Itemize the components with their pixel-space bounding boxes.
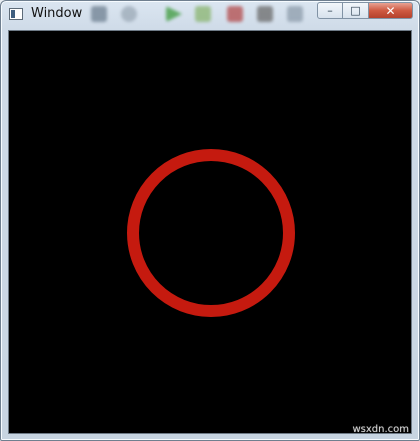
blurred-toolbar-icon [91, 6, 107, 22]
red-circle [127, 149, 295, 317]
blurred-toolbar-icon [166, 6, 182, 22]
window-controls: – □ ✕ [317, 2, 413, 20]
window-title: Window [31, 6, 83, 21]
app-window-icon [9, 8, 23, 20]
blurred-toolbar-icon [195, 6, 211, 22]
close-icon: ✕ [385, 3, 396, 18]
close-button[interactable]: ✕ [369, 2, 413, 19]
blurred-toolbar [91, 4, 303, 24]
drawing-canvas[interactable] [8, 30, 412, 434]
blurred-toolbar-icon [121, 6, 137, 22]
application-window: Window – □ ✕ wsxdn.com [0, 0, 420, 441]
minimize-icon: – [327, 4, 333, 17]
blurred-toolbar-icon [257, 6, 273, 22]
red-ring-graphic [127, 149, 295, 317]
blurred-toolbar-icon [287, 6, 303, 22]
maximize-icon: □ [350, 4, 361, 17]
watermark-text: wsxdn.com [352, 424, 409, 435]
minimize-button[interactable]: – [317, 2, 343, 19]
blurred-toolbar-icon [227, 6, 243, 22]
title-bar[interactable]: Window – □ ✕ [1, 1, 419, 29]
maximize-button[interactable]: □ [343, 2, 369, 19]
